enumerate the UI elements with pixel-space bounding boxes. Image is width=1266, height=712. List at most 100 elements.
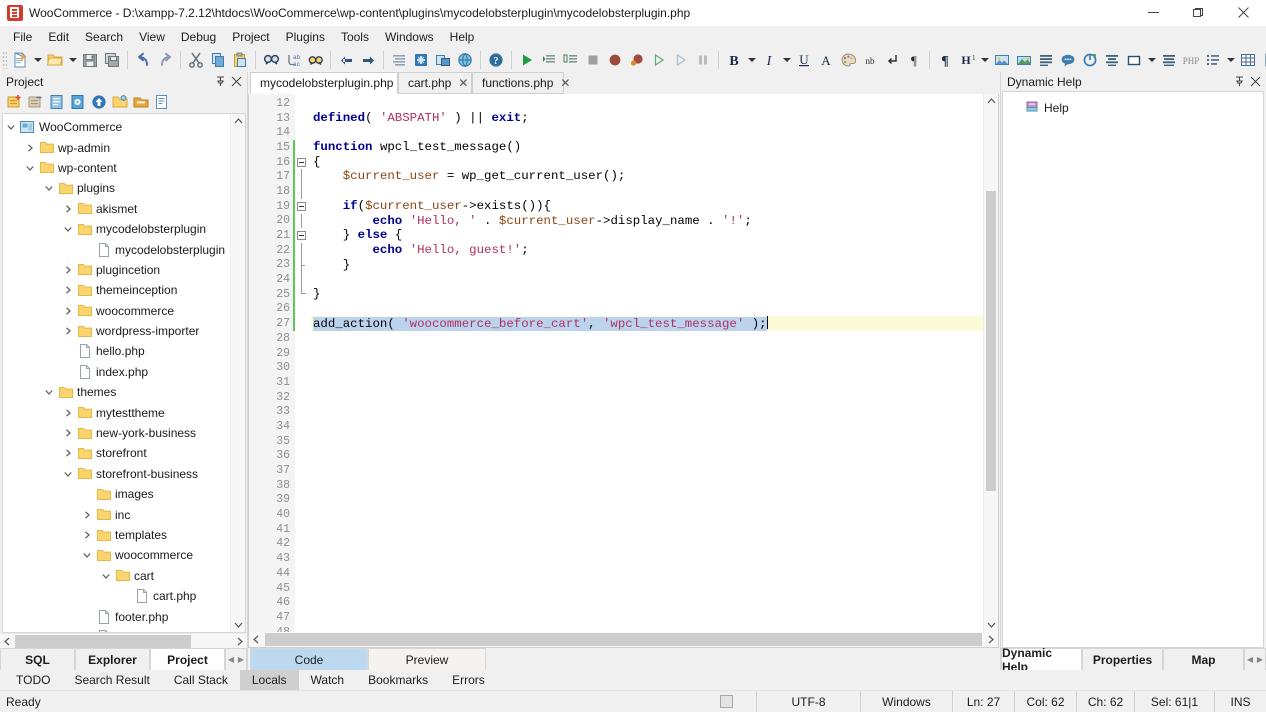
fold-marker-row[interactable] xyxy=(295,566,311,581)
resume-icon[interactable] xyxy=(670,49,692,71)
tree-item[interactable]: mycodelobsterplugin.p xyxy=(3,239,230,259)
scroll-right-icon[interactable] xyxy=(232,634,247,649)
code-line[interactable] xyxy=(311,272,983,287)
tree-item[interactable]: akismet xyxy=(3,199,230,219)
remove-file-icon[interactable] xyxy=(27,93,45,111)
tree-item[interactable]: themes xyxy=(3,382,230,402)
scroll-up-icon[interactable] xyxy=(231,114,246,129)
menu-project[interactable]: Project xyxy=(224,28,277,46)
open-folder-dropdown-caret-icon[interactable] xyxy=(66,49,79,71)
code-line[interactable]: } else { xyxy=(311,228,983,243)
menu-view[interactable]: View xyxy=(131,28,173,46)
chevron-right-icon[interactable] xyxy=(60,429,76,437)
find-next-icon[interactable] xyxy=(304,49,326,71)
editor-horizontal-scrollbar[interactable] xyxy=(249,632,998,647)
tree-item[interactable]: mycodelobsterplugin xyxy=(3,219,230,239)
tab-map[interactable]: Map xyxy=(1163,648,1244,670)
editor-code-area[interactable]: defined( 'ABSPATH' ) || exit; function w… xyxy=(311,94,983,632)
menu-tools[interactable]: Tools xyxy=(333,28,377,46)
help-icon[interactable]: ? xyxy=(485,49,507,71)
step-into-icon[interactable] xyxy=(538,49,560,71)
code-line[interactable]: defined( 'ABSPATH' ) || exit; xyxy=(311,111,983,126)
list-icon[interactable] xyxy=(1202,49,1224,71)
editor-tab-cart-php[interactable]: cart.php ✕ xyxy=(398,72,472,94)
scroll-down-icon[interactable] xyxy=(231,617,246,632)
fold-marker-row[interactable] xyxy=(295,581,311,596)
menu-edit[interactable]: Edit xyxy=(40,28,77,46)
tree-item[interactable]: cart.php xyxy=(3,586,230,606)
tree-item[interactable]: wp-admin xyxy=(3,137,230,157)
code-line[interactable] xyxy=(311,375,983,390)
paragraph-icon[interactable]: ¶ xyxy=(903,49,925,71)
chevron-down-icon[interactable] xyxy=(60,470,76,478)
heading-caret-icon[interactable] xyxy=(978,49,991,71)
menu-file[interactable]: File xyxy=(5,28,40,46)
form-icon[interactable] xyxy=(1259,49,1266,71)
status-encoding[interactable]: UTF-8 xyxy=(756,690,860,712)
comment-icon[interactable] xyxy=(1057,49,1079,71)
image-icon[interactable] xyxy=(991,49,1013,71)
menu-windows[interactable]: Windows xyxy=(377,28,442,46)
chevron-right-icon[interactable] xyxy=(22,143,38,152)
fold-marker-row[interactable] xyxy=(295,493,311,508)
fold-marker-row[interactable] xyxy=(295,478,311,493)
fold-marker-row[interactable] xyxy=(295,551,311,566)
italic-icon[interactable]: I xyxy=(758,49,780,71)
table-align-icon[interactable] xyxy=(1158,49,1180,71)
tree-item[interactable]: hello.php xyxy=(3,341,230,361)
help-tabs-scroll-right-icon[interactable]: ▶ xyxy=(1255,649,1265,670)
compare-icon[interactable] xyxy=(432,49,454,71)
editor-scroll-thumb[interactable] xyxy=(986,191,996,491)
chevron-right-icon[interactable] xyxy=(79,531,95,539)
minimize-button[interactable] xyxy=(1131,0,1176,26)
tab-properties[interactable]: Properties xyxy=(1082,648,1163,670)
fold-marker-row[interactable] xyxy=(295,286,311,302)
tree-item[interactable]: woocommerce xyxy=(3,301,230,321)
code-line[interactable] xyxy=(311,96,983,111)
editor-tab-mycodelobsterplugin-php[interactable]: mycodelobsterplugin.php✕ xyxy=(250,72,410,94)
code-line[interactable] xyxy=(311,125,983,140)
chevron-right-icon[interactable] xyxy=(60,449,76,458)
fold-marker-row[interactable] xyxy=(295,96,311,111)
code-line[interactable] xyxy=(311,566,983,581)
bottom-tab-errors[interactable]: Errors xyxy=(440,670,497,690)
code-line[interactable] xyxy=(311,331,983,346)
code-line[interactable] xyxy=(311,390,983,405)
code-line[interactable] xyxy=(311,404,983,419)
chevron-down-icon[interactable] xyxy=(41,388,57,396)
underline-icon[interactable]: U xyxy=(793,49,815,71)
project-tree-vertical-scrollbar[interactable] xyxy=(230,114,245,632)
tree-item[interactable]: plugins xyxy=(3,178,230,198)
fold-marker-row[interactable] xyxy=(295,419,311,434)
editor-scroll-left-icon[interactable] xyxy=(249,632,264,647)
code-line[interactable] xyxy=(311,493,983,508)
tree-item[interactable]: themeinception xyxy=(3,280,230,300)
anchor-icon[interactable] xyxy=(1079,49,1101,71)
save-icon[interactable] xyxy=(79,49,101,71)
scroll-left-icon[interactable] xyxy=(0,634,15,649)
step-over-icon[interactable] xyxy=(560,49,582,71)
code-line[interactable] xyxy=(311,478,983,493)
chevron-right-icon[interactable] xyxy=(60,327,76,335)
heading-icon[interactable]: H1 xyxy=(956,49,978,71)
code-line[interactable] xyxy=(311,522,983,537)
fold-marker-row[interactable] xyxy=(295,595,311,610)
upload-icon[interactable] xyxy=(90,93,108,111)
chevron-right-icon[interactable] xyxy=(60,307,76,315)
fold-marker-row[interactable] xyxy=(295,272,311,287)
chevron-right-icon[interactable] xyxy=(60,266,76,274)
fold-marker-row[interactable] xyxy=(295,140,311,155)
run-to-cursor-icon[interactable] xyxy=(648,49,670,71)
navigate-forward-icon[interactable] xyxy=(357,49,379,71)
fold-marker-row[interactable] xyxy=(295,242,311,258)
table-icon[interactable] xyxy=(1237,49,1259,71)
close-icon[interactable] xyxy=(229,75,243,89)
pin-icon[interactable] xyxy=(213,75,227,89)
tree-item[interactable]: WooCommerce xyxy=(3,117,230,137)
tab-project[interactable]: Project xyxy=(150,648,225,670)
chevron-down-icon[interactable] xyxy=(3,123,19,131)
fold-marker-row[interactable] xyxy=(295,331,311,346)
bottom-tab-watch[interactable]: Watch xyxy=(299,670,357,690)
tabs-scroll-left-icon[interactable]: ◀ xyxy=(226,649,236,670)
bold-caret-icon[interactable] xyxy=(745,49,758,71)
